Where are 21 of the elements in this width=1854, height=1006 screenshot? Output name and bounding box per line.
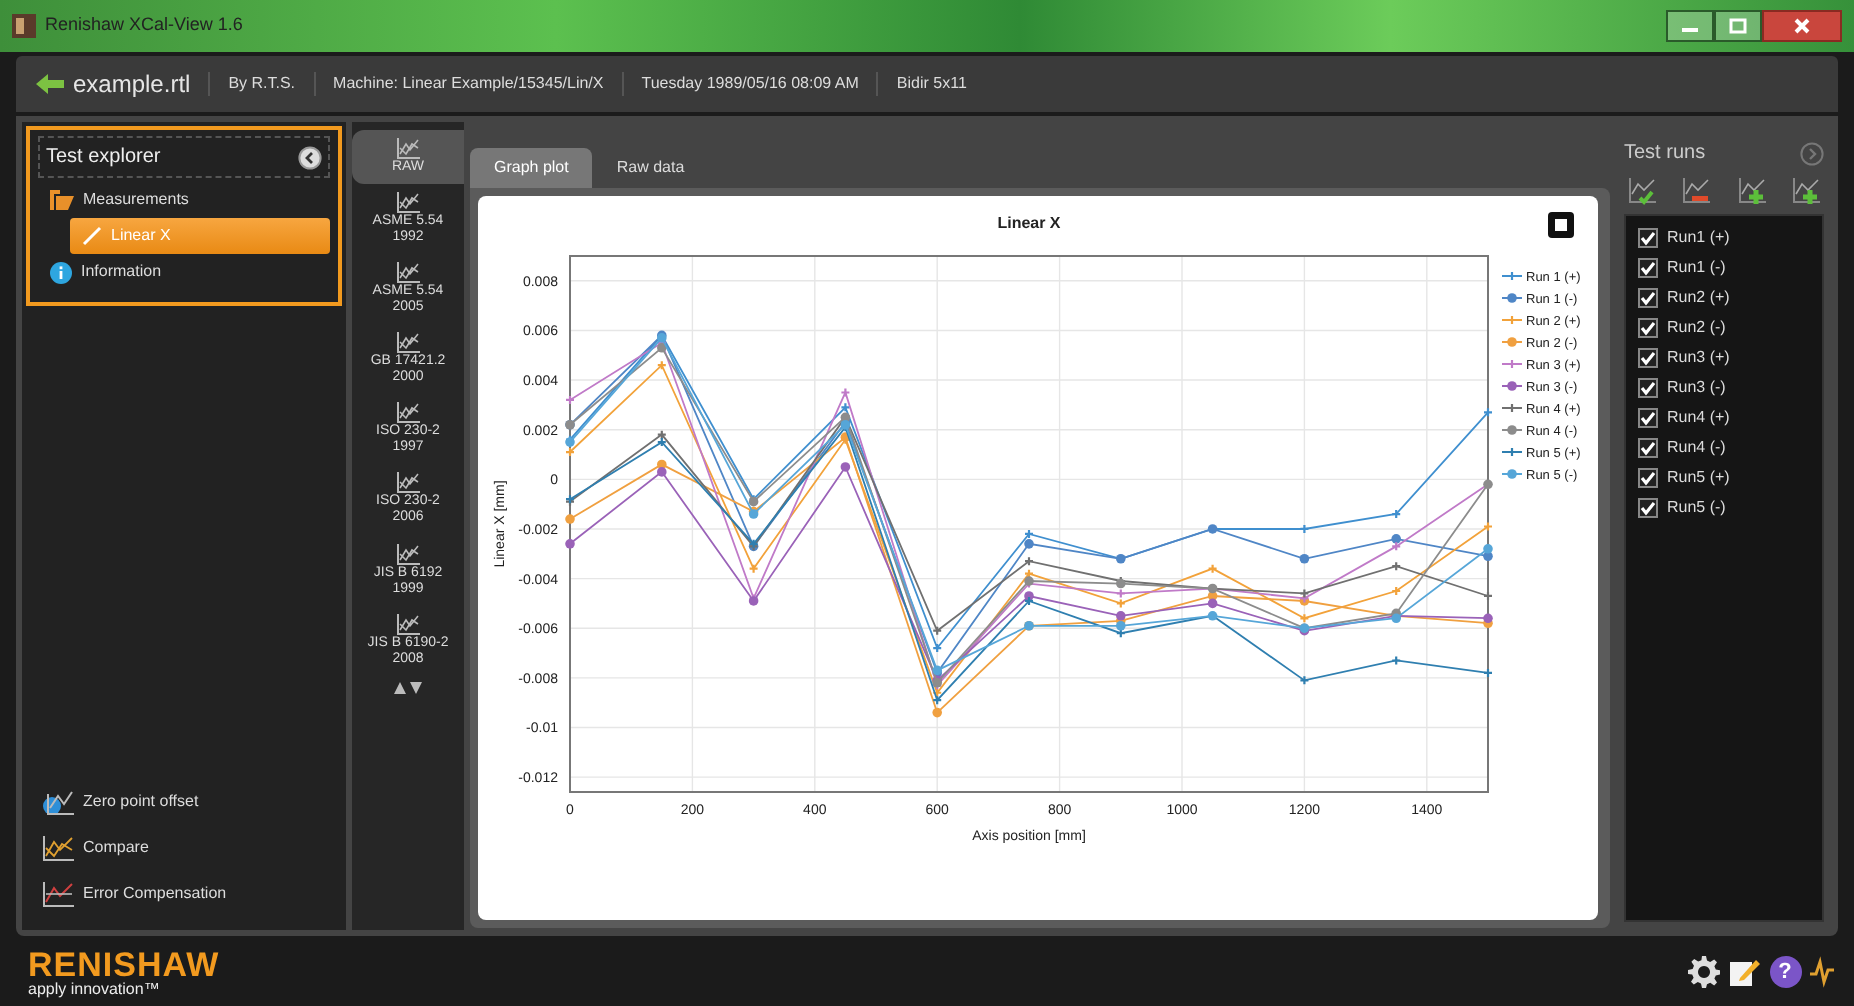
checkbox-label: Run5 (+) bbox=[1667, 465, 1730, 489]
panel-title: Test explorer bbox=[46, 144, 161, 172]
header-detail: Tuesday 1989/05/16 08:09 AM bbox=[621, 72, 877, 96]
checkbox-label: Run1 (-) bbox=[1667, 255, 1726, 279]
checkbox-label: Run1 (+) bbox=[1667, 225, 1730, 249]
checkbox-label: Run2 (-) bbox=[1667, 315, 1726, 339]
header-detail: Bidir 5x11 bbox=[876, 72, 985, 96]
file-name: example.rtl bbox=[73, 68, 191, 102]
brand-logo: RENISHAW bbox=[28, 947, 220, 981]
checkbox-label: Run5 (-) bbox=[1667, 495, 1726, 519]
checkbox-label: Run3 (-) bbox=[1667, 375, 1726, 399]
checkbox-label: Run2 (+) bbox=[1667, 285, 1730, 309]
header-detail: By R.T.S. bbox=[208, 72, 314, 96]
chart-title: Linear X bbox=[997, 214, 1061, 232]
header-detail: Machine: Linear Example/15345/Lin/X bbox=[313, 72, 622, 96]
panel-title: Test runs bbox=[1624, 140, 1706, 168]
checkbox-label: Run4 (-) bbox=[1667, 435, 1726, 459]
window-title: Renishaw XCal-View 1.6 bbox=[45, 12, 243, 39]
tagline: apply innovation™ bbox=[28, 981, 162, 997]
checkbox-label: Run3 (+) bbox=[1667, 345, 1730, 369]
checkbox-label: Run4 (+) bbox=[1667, 405, 1730, 429]
